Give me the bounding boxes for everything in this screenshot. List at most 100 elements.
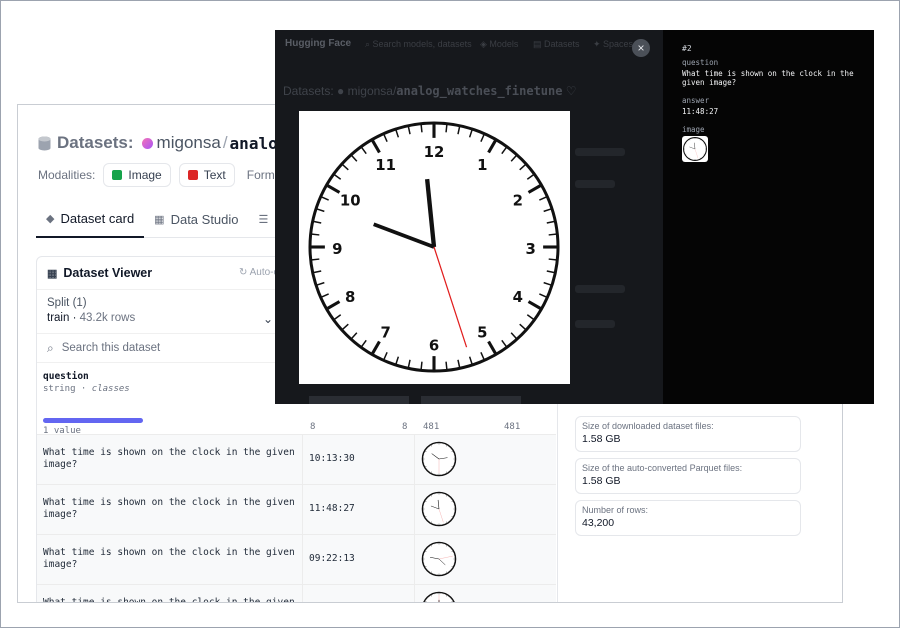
stat-label: Size of the auto-converted Parquet files… [582, 463, 743, 473]
modality-chip-label: Image [128, 168, 162, 182]
answer-cell [303, 585, 415, 602]
org-link[interactable]: migonsa [157, 133, 221, 153]
minute-tick [311, 233, 320, 236]
question-cell: What time is shown on the clock in the g… [37, 435, 303, 484]
clock-numeral: 6 [429, 337, 439, 355]
column-stats: 8 8 481 481 [306, 422, 520, 432]
stat-label: Size of downloaded dataset files: [582, 421, 714, 431]
column-type: string · classes [43, 384, 130, 394]
stat-value: 43,200 [582, 517, 615, 529]
cube-icon: ◆ [46, 213, 55, 225]
modality-chip-image[interactable]: Image [103, 163, 171, 187]
column-name: question [43, 371, 89, 382]
stat-label: Number of rows: [582, 505, 649, 515]
dimmed-bar [309, 396, 409, 404]
chevron-down-icon[interactable]: ⌄ [263, 312, 273, 326]
viewer-title: Dataset Viewer [63, 266, 153, 280]
table-row[interactable]: What time is shown on the clock in the g… [37, 534, 556, 584]
datasets-prefix[interactable]: Datasets: [57, 133, 134, 153]
table-row[interactable]: What time is shown on the clock in the g… [37, 584, 556, 602]
image-thumbnail[interactable] [682, 136, 708, 162]
modality-chip-label: Text [203, 168, 226, 182]
clock-numeral: 7 [380, 324, 390, 342]
text-icon [187, 170, 198, 180]
question-value: What time is shown on the clock in the g… [682, 69, 854, 87]
image-cell[interactable] [415, 485, 556, 534]
tab-label: Data Studio [170, 211, 239, 227]
clock-numeral: 10 [340, 191, 361, 209]
stat-downloaded-size: Size of downloaded dataset files: 1.58 G… [575, 416, 801, 452]
tab-dataset-card[interactable]: ◆ Dataset card [36, 201, 145, 238]
minute-tick [420, 124, 423, 133]
brand-logo: Hugging Face [285, 38, 352, 49]
dataset-stats-panel: Size of downloaded dataset files: 1.58 G… [575, 416, 801, 542]
data-table: What time is shown on the clock in the g… [37, 434, 556, 602]
minute-tick [548, 233, 557, 236]
org-avatar [141, 137, 153, 149]
database-icon [38, 136, 51, 150]
tab-data-studio[interactable]: ▦ Data Studio [144, 201, 248, 237]
table-row[interactable]: What time is shown on the clock in the g… [37, 434, 556, 484]
stat-a-min: 8 [310, 422, 316, 432]
answer-cell: 11:48:27 [303, 485, 415, 534]
image-cell[interactable] [415, 585, 556, 602]
search-icon: ⌕ [47, 340, 54, 355]
grid-icon: ▦ [47, 267, 58, 280]
minute-tick [311, 258, 320, 261]
clock-thumbnail [421, 441, 457, 477]
table-row[interactable]: What time is shown on the clock in the g… [37, 484, 556, 534]
stat-a-max: 8 [402, 422, 408, 432]
answer-cell: 09:22:13 [303, 535, 415, 584]
dimmed-line [575, 285, 625, 293]
clock-numeral: 11 [375, 156, 396, 174]
clock-thumbnail [421, 491, 457, 527]
path-separator: / [222, 133, 228, 152]
dimmed-line [575, 320, 615, 328]
split-name: train [47, 312, 70, 324]
stat-parquet-size: Size of the auto-converted Parquet files… [575, 458, 801, 494]
image-icon [112, 170, 123, 180]
image-cell[interactable] [415, 535, 556, 584]
files-icon: ☰ [258, 213, 269, 226]
minute-tick [548, 258, 557, 261]
close-icon[interactable]: × [632, 39, 650, 57]
modalities-label: Modalities: [38, 168, 96, 182]
analog-clock-image: 121234567891011 [308, 121, 560, 373]
image-cell[interactable] [415, 435, 556, 484]
clock-thumbnail [423, 591, 455, 602]
dimmed-line [575, 148, 625, 156]
clock-numeral: 4 [513, 288, 523, 306]
stat-b-max: 481 [504, 422, 521, 432]
tab-label: Dataset card [60, 211, 135, 226]
answer-cell: 10:13:30 [303, 435, 415, 484]
stat-number-of-rows: Number of rows: 43,200 [575, 500, 801, 536]
split-rows: 43.2k rows [79, 312, 136, 324]
dimmed-bar [421, 396, 521, 404]
dataset-title: Datasets: migonsa / analog_w [38, 133, 307, 153]
question-cell: What time is shown on the clock in the g… [37, 485, 303, 534]
clock-thumbnail [421, 541, 457, 577]
image-preview-modal: Hugging Face ⌕ Search models, datasets ◈… [275, 30, 874, 404]
clock-numeral: 1 [477, 156, 487, 174]
modality-chip-text[interactable]: Text [178, 163, 235, 187]
value-distribution-bar [43, 418, 143, 423]
question-cell: What time is shown on the clock in the g… [37, 585, 303, 602]
answer-value: 11:48:27 [682, 107, 719, 116]
auto-converted-badge: ↻ Auto-c [239, 267, 279, 278]
clock-numeral: 5 [477, 324, 487, 342]
dimmed-nav: ⌕ Search models, datasets [365, 39, 472, 49]
dimmed-nav: ◈ Models [480, 39, 519, 49]
clock-numeral: 9 [332, 240, 342, 258]
dimmed-nav: ✦ Spaces [593, 39, 634, 49]
dimmed-title: Datasets: ● migonsa/analog_watches_finet… [283, 84, 577, 98]
table-icon: ▦ [154, 213, 165, 226]
minute-tick [420, 361, 423, 370]
clock-numeral: 3 [526, 240, 536, 258]
clock-thumbnail [683, 137, 707, 161]
dimmed-nav: ▤ Datasets [533, 39, 580, 49]
image-label: image [682, 125, 705, 134]
row-detail-panel: #2 question What time is shown on the cl… [663, 30, 874, 404]
clock-image-large: 12 1 2 3 4 5 6 7 8 9 10 11 [299, 111, 570, 384]
question-label: question [682, 58, 719, 67]
dimmed-line [575, 180, 615, 188]
